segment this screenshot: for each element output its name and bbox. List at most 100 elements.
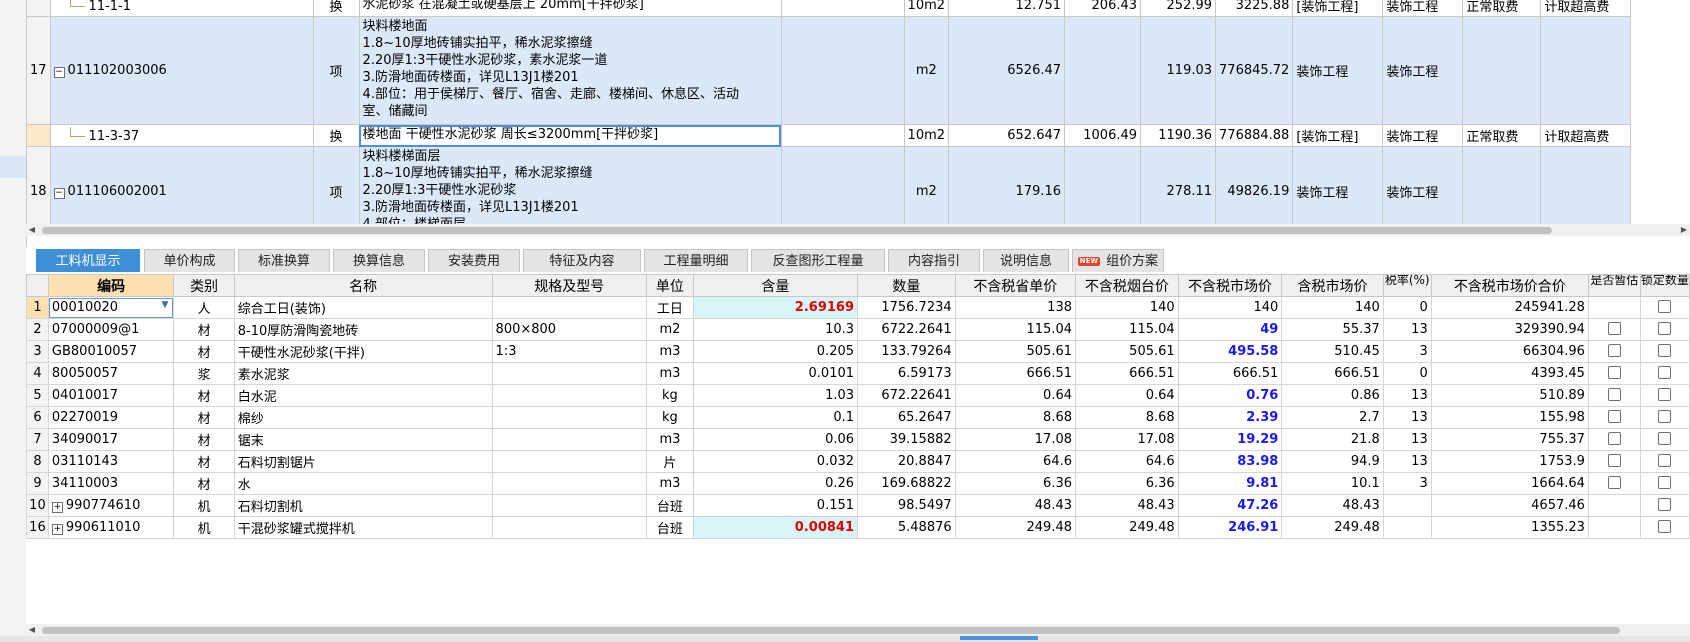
content-cell[interactable]: 0.00841	[692, 516, 859, 539]
cat2-cell[interactable]: 装饰工程	[1382, 146, 1464, 224]
unit-cell[interactable]: 10m2	[903, 124, 950, 147]
name-cell[interactable]: 水	[233, 472, 493, 495]
note-cell[interactable]: 计取超高费	[1540, 124, 1632, 147]
code-cell[interactable]: 34090017	[47, 428, 175, 451]
qty-cell[interactable]: 179.16	[948, 146, 1066, 224]
market-total-cell[interactable]: 245941.28	[1430, 296, 1589, 319]
tab-reverse-graphic[interactable]: 反查图形工程量	[751, 249, 885, 272]
lock-checkbox-icon[interactable]	[1658, 409, 1672, 423]
market-price-cell[interactable]: 49	[1177, 318, 1283, 341]
code-cell[interactable]: 04010017	[47, 384, 175, 407]
spec-cell[interactable]: 800×800	[491, 318, 648, 341]
resource-row[interactable]: 5 04010017 材 白水泥 kg 1.03 672.22641 0.64 0.64 0.76…	[26, 384, 1690, 407]
code-cell[interactable]: −011106002001	[49, 146, 314, 224]
yantai-price-cell[interactable]: 64.6	[1075, 450, 1179, 473]
quantity-cell[interactable]: 1756.7234	[857, 296, 956, 319]
market-price-cell[interactable]: 0.76	[1177, 384, 1283, 407]
name-cell[interactable]: 石料切割机	[233, 494, 493, 517]
spec-cell[interactable]	[491, 450, 648, 473]
category-cell[interactable]: 浆	[173, 362, 235, 385]
spec-cell[interactable]	[780, 0, 905, 17]
category-cell[interactable]: 材	[173, 318, 235, 341]
market-total-cell[interactable]: 1753.9	[1430, 450, 1589, 473]
resource-row[interactable]: 10 +990774610 机 石料切割机 台班 0.151 98.5497 48.43 48.…	[26, 494, 1690, 517]
category-cell[interactable]: 机	[173, 516, 235, 539]
resource-row[interactable]: 16 +990611010 机 干混砂浆罐式搅拌机 台班 0.00841 5.48876 24…	[26, 516, 1690, 539]
quantity-cell[interactable]: 672.22641	[857, 384, 956, 407]
qty-cell[interactable]: 12.751	[948, 0, 1066, 17]
resource-row[interactable]: 9 34110003 材 水 m3 0.26 169.68822 6.36 6.36 9.81 10…	[26, 472, 1690, 495]
tab-resource-display[interactable]: 工料机显示	[36, 249, 140, 272]
total-cell[interactable]: 776845.72	[1215, 16, 1294, 125]
tab-pricing-scheme[interactable]: NEW 组价方案	[1072, 249, 1164, 272]
scrollbar-thumb[interactable]	[42, 227, 1552, 234]
code-cell[interactable]: 11-3-37	[49, 124, 314, 147]
quantity-cell[interactable]: 39.15882	[857, 428, 956, 451]
yantai-price-cell[interactable]: 48.43	[1075, 494, 1179, 517]
market-price-tax-cell[interactable]: 55.37	[1281, 318, 1384, 341]
lock-checkbox-icon[interactable]	[1658, 497, 1672, 511]
yantai-price-cell[interactable]: 17.08	[1075, 428, 1179, 451]
lock-checkbox-icon[interactable]	[1658, 343, 1672, 357]
name-cell[interactable]: 锯末	[233, 428, 493, 451]
lock-checkbox-icon[interactable]	[1658, 453, 1672, 467]
price1-cell[interactable]	[1064, 146, 1142, 224]
market-price-cell[interactable]: 140	[1177, 296, 1283, 319]
province-price-cell[interactable]: 138	[954, 296, 1077, 319]
content-cell[interactable]: 0.1	[692, 406, 859, 429]
estimate-checkbox-icon[interactable]	[1607, 409, 1621, 423]
province-price-cell[interactable]: 6.36	[954, 472, 1077, 495]
lock-checkbox-icon[interactable]	[1658, 519, 1672, 533]
market-total-cell[interactable]: 510.89	[1430, 384, 1589, 407]
spec-cell[interactable]	[780, 124, 905, 147]
cat2-cell[interactable]: 装饰工程	[1382, 0, 1464, 17]
resource-row[interactable]: 2 07000009@1 材 8-10厚防滑陶瓷地砖 800×800 m2 10.3 6722…	[26, 318, 1690, 341]
total-cell[interactable]: 776884.88	[1215, 124, 1294, 147]
market-total-cell[interactable]: 1664.64	[1430, 472, 1589, 495]
lock-checkbox-icon[interactable]	[1658, 299, 1672, 313]
lock-checkbox-icon[interactable]	[1658, 431, 1672, 445]
estimate-cell[interactable]	[1587, 318, 1641, 341]
province-price-cell[interactable]: 0.64	[954, 384, 1077, 407]
unit-cell[interactable]: m2	[903, 16, 950, 125]
tax-rate-cell[interactable]: 13	[1382, 318, 1432, 341]
estimate-cell[interactable]	[1587, 494, 1641, 517]
tab-install-fee[interactable]: 安装费用	[428, 249, 520, 272]
market-price-cell[interactable]: 495.58	[1177, 340, 1283, 363]
upper-row[interactable]: 18 −011106002001 项 块料楼梯面层 1.8~10厚地砖铺实拍平，…	[26, 146, 1632, 224]
tax-rate-cell[interactable]: 13	[1382, 428, 1432, 451]
unit-cell[interactable]: 片	[646, 450, 694, 473]
quantity-cell[interactable]: 6.59173	[857, 362, 956, 385]
market-price-tax-cell[interactable]: 510.45	[1281, 340, 1384, 363]
tax-rate-cell[interactable]: 0	[1382, 296, 1432, 319]
tax-rate-cell[interactable]: 3	[1382, 472, 1432, 495]
estimate-checkbox-icon[interactable]	[1607, 387, 1621, 401]
note-cell[interactable]	[1540, 146, 1632, 224]
lock-checkbox-icon[interactable]	[1658, 475, 1672, 489]
resource-row[interactable]: 1 00010020 ▼ 人 综合工日(装饰) 工日 2.69169 1756.7234 138…	[26, 296, 1690, 319]
yantai-price-cell[interactable]: 505.61	[1075, 340, 1179, 363]
resource-row[interactable]: 4 80050057 浆 素水泥浆 m3 0.0101 6.59173 666.51 666.5…	[26, 362, 1690, 385]
market-price-cell[interactable]: 2.39	[1177, 406, 1283, 429]
content-cell[interactable]: 0.205	[692, 340, 859, 363]
market-price-cell[interactable]: 47.26	[1177, 494, 1283, 517]
lock-cell[interactable]	[1639, 362, 1690, 385]
content-cell[interactable]: 2.69169	[692, 296, 859, 319]
spec-cell[interactable]	[780, 146, 905, 224]
tax-rate-cell[interactable]: 0	[1382, 362, 1432, 385]
estimate-cell[interactable]	[1587, 450, 1641, 473]
estimate-cell[interactable]	[1587, 516, 1641, 539]
code-cell[interactable]: +990774610	[47, 494, 175, 517]
category-cell[interactable]: 人	[173, 296, 235, 319]
spec-cell[interactable]	[491, 516, 648, 539]
category-cell[interactable]: 材	[173, 384, 235, 407]
category-cell[interactable]: 机	[173, 494, 235, 517]
resource-row[interactable]: 6 02270019 材 棉纱 kg 0.1 65.2647 8.68 8.68 2.39 2.7 1…	[26, 406, 1690, 429]
code-cell[interactable]: 11-1-1	[49, 0, 314, 17]
tax-rate-cell[interactable]: 13	[1382, 450, 1432, 473]
fee-cell[interactable]	[1462, 146, 1542, 224]
unit-cell[interactable]: m3	[646, 340, 694, 363]
header-quantity[interactable]: 数量	[857, 274, 956, 297]
cat1-cell[interactable]: [装饰工程]	[1292, 124, 1384, 147]
name-cell[interactable]: 综合工日(装饰)	[233, 296, 493, 319]
